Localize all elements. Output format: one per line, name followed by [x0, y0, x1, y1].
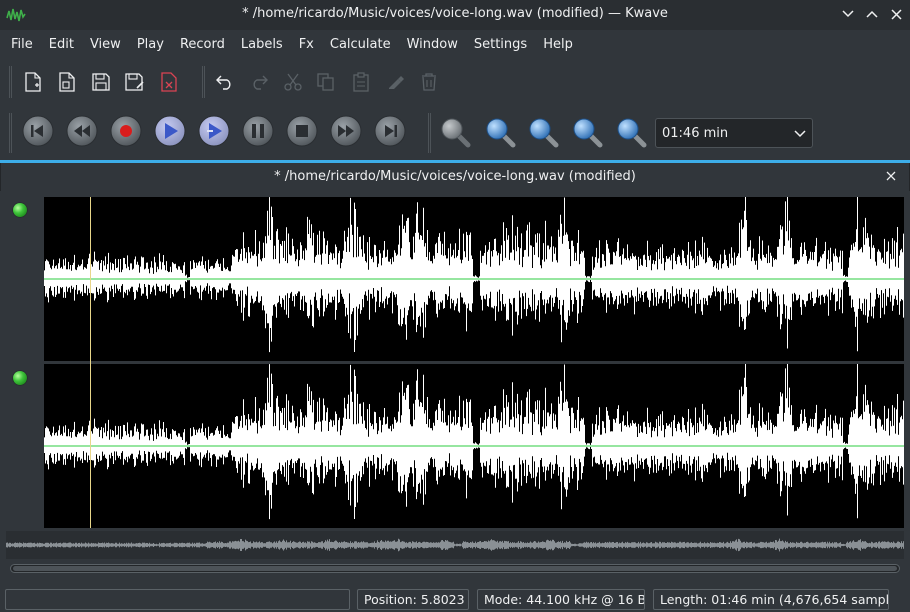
waveform-channel-1: [44, 197, 904, 353]
menu-edit[interactable]: Edit: [41, 30, 82, 60]
erase-icon: [382, 69, 408, 95]
menu-window[interactable]: Window: [399, 30, 466, 60]
zoom-out-icon[interactable]: [527, 116, 559, 148]
overview-bar[interactable]: [6, 531, 904, 559]
toolbar-handle[interactable]: [9, 113, 12, 153]
waveform-trace: [44, 364, 904, 520]
cut-icon: [280, 69, 306, 95]
status-message: [5, 589, 350, 610]
zoom-select[interactable]: 01:46 min: [655, 118, 813, 148]
menubar: File Edit View Play Record Labels Fx Cal…: [0, 30, 910, 60]
track-2-enable-led[interactable]: [13, 371, 27, 385]
track-1-enable-led[interactable]: [13, 203, 27, 217]
menu-fx[interactable]: Fx: [291, 30, 322, 60]
zoom-normal-icon[interactable]: [571, 116, 603, 148]
save-icon[interactable]: [88, 69, 114, 95]
chevron-down-icon: [794, 130, 806, 138]
window-title: * /home/ricardo/Music/voices/voice-long.…: [242, 6, 668, 21]
redo-icon: [246, 69, 272, 95]
menu-help[interactable]: Help: [535, 30, 581, 60]
close-file-icon[interactable]: [156, 69, 182, 95]
toolbar-handle[interactable]: [202, 66, 205, 98]
status-mode: Mode: 44.100 kHz @ 16 Bit: [477, 589, 645, 610]
zoom-all-icon[interactable]: [615, 116, 647, 148]
zoom-select-value: 01:46 min: [662, 125, 729, 141]
play-icon[interactable]: [153, 114, 187, 148]
menu-labels[interactable]: Labels: [233, 30, 291, 60]
copy-icon: [313, 69, 339, 95]
new-icon[interactable]: [20, 69, 46, 95]
file-edit-toolbar: [0, 62, 910, 102]
skip-to-start-icon[interactable]: [21, 114, 55, 148]
rewind-icon[interactable]: [65, 114, 99, 148]
waveform-trace: [44, 197, 904, 353]
save-as-icon[interactable]: [122, 69, 148, 95]
delete-icon: [416, 69, 442, 95]
pause-icon[interactable]: [241, 114, 275, 148]
menu-play[interactable]: Play: [129, 30, 172, 60]
maximize-icon[interactable]: [862, 4, 882, 24]
toolbar-handle[interactable]: [428, 113, 431, 153]
document-titlebar: * /home/ricardo/Music/voices/voice-long.…: [0, 163, 910, 191]
status-length: Length: 01:46 min (4,676,654 samples): [653, 589, 889, 610]
status-position: Position: 5.8023 s: [357, 589, 469, 610]
overview-trace: [6, 538, 904, 552]
document-title: * /home/ricardo/Music/voices/voice-long.…: [274, 169, 636, 184]
playback-cursor[interactable]: [90, 197, 91, 528]
paste-icon: [348, 69, 374, 95]
forward-icon[interactable]: [329, 114, 363, 148]
scrollbar-thumb[interactable]: [13, 566, 897, 571]
waveform-channel-2: [44, 364, 904, 520]
loop-play-icon[interactable]: [197, 114, 231, 148]
menu-calculate[interactable]: Calculate: [322, 30, 399, 60]
menu-record[interactable]: Record: [172, 30, 233, 60]
close-icon[interactable]: [883, 168, 899, 184]
stop-icon[interactable]: [285, 114, 319, 148]
new-from-clipboard-icon[interactable]: [54, 69, 80, 95]
menu-settings[interactable]: Settings: [466, 30, 535, 60]
track-2-waveform[interactable]: [44, 364, 904, 528]
statusbar: Position: 5.8023 s Mode: 44.100 kHz @ 16…: [0, 586, 910, 612]
overview-waveform: [6, 538, 904, 552]
minimize-icon[interactable]: [838, 4, 858, 24]
track-1-waveform[interactable]: [44, 197, 904, 361]
toolbar-handle[interactable]: [9, 66, 12, 98]
record-icon[interactable]: [109, 114, 143, 148]
window-titlebar: * /home/ricardo/Music/voices/voice-long.…: [0, 0, 910, 30]
menu-view[interactable]: View: [82, 30, 129, 60]
undo-icon[interactable]: [212, 69, 238, 95]
horizontal-scrollbar[interactable]: [10, 564, 900, 573]
zoom-in-icon[interactable]: [484, 116, 516, 148]
close-icon[interactable]: [886, 4, 906, 24]
zoom-to-selection-icon: [441, 118, 471, 148]
menu-file[interactable]: File: [3, 30, 41, 60]
skip-to-end-icon[interactable]: [373, 114, 407, 148]
